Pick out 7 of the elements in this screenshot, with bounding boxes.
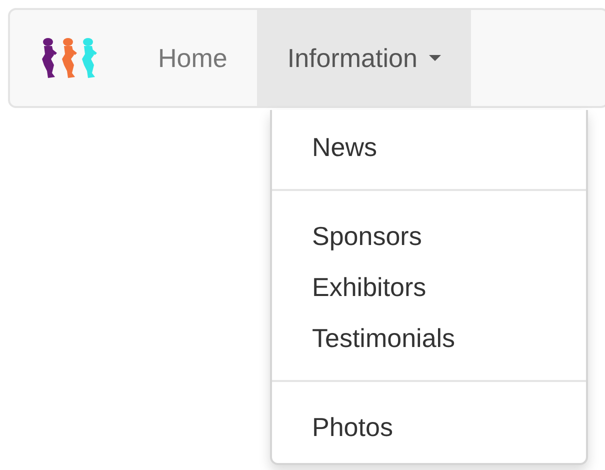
dropdown-item[interactable]: Photos xyxy=(272,402,586,453)
nav-link[interactable]: Home xyxy=(128,10,258,106)
dropdown-item[interactable]: Sponsors xyxy=(272,211,586,262)
nav-link[interactable]: Information xyxy=(257,10,472,106)
dropdown-item[interactable]: News xyxy=(272,122,586,173)
dropdown-item[interactable]: Exhibitors xyxy=(272,262,586,313)
dropdown-item[interactable]: Testimonials xyxy=(272,313,586,364)
